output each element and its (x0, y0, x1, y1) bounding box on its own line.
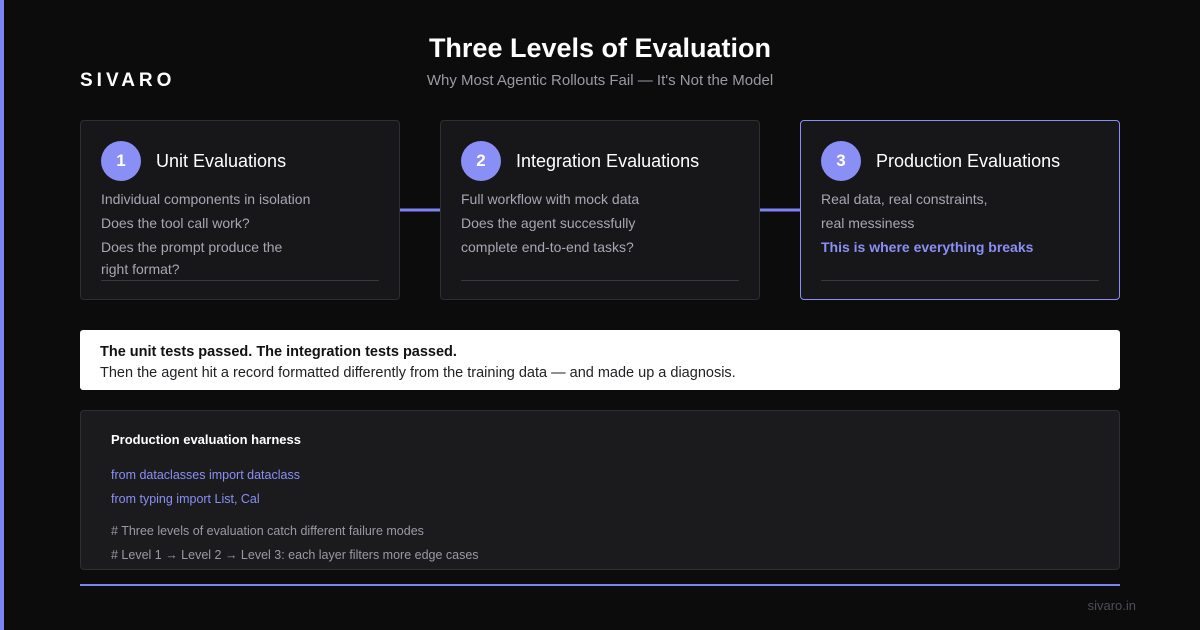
bottom-divider (80, 584, 1120, 586)
page-subtitle: Why Most Agentic Rollouts Fail — It's No… (426, 72, 774, 89)
footer-url: sivaro.in (1087, 598, 1136, 613)
card-header: 2 Integration Evaluations (461, 141, 739, 181)
card-line: Real data, real constraints, (821, 191, 988, 207)
card-title: Integration Evaluations (516, 150, 700, 171)
card-divider (101, 280, 379, 281)
callout-headline: The unit tests passed. The integration t… (100, 344, 457, 360)
code-import-line: from typing import List, Cal (111, 492, 260, 506)
level-card-integration: 2 Integration Evaluations Full workflow … (440, 120, 760, 300)
left-accent-bar (0, 0, 4, 630)
card-title: Unit Evaluations (156, 150, 287, 171)
code-comment-line: # Three levels of evaluation catch diffe… (111, 524, 424, 538)
code-import-line: from dataclasses import dataclass (111, 468, 300, 482)
card-divider (461, 280, 739, 281)
card-line: Individual components in isolation (101, 191, 311, 207)
card-line: complete end-to-end tasks? (461, 239, 634, 255)
code-spacer (111, 511, 1089, 519)
code-comment-line: # Level 1 → Level 2 → Level 3: each laye… (111, 548, 479, 562)
level-card-unit: 1 Unit Evaluations Individual components… (80, 120, 400, 300)
card-header: 1 Unit Evaluations (101, 141, 379, 181)
card-line: Does the tool call work? (101, 215, 250, 231)
step-number-badge: 3 (821, 141, 861, 181)
step-number-badge: 1 (101, 141, 141, 181)
level-card-production: 3 Production Evaluations Real data, real… (800, 120, 1120, 300)
card-line: right format? (101, 261, 180, 277)
card-line: real messiness (821, 215, 915, 231)
card-line: Does the prompt produce the (101, 239, 283, 255)
code-title: Production evaluation harness (111, 432, 301, 447)
card-title: Production Evaluations (876, 150, 1061, 171)
step-number-badge: 2 (461, 141, 501, 181)
card-highlight: This is where everything breaks (821, 239, 1034, 255)
code-snippet: Production evaluation harness from datac… (80, 410, 1120, 570)
callout-text: Then the agent hit a record formatted di… (100, 365, 736, 381)
card-divider (821, 280, 1099, 281)
page-title: Three Levels of Evaluation (428, 33, 772, 63)
card-line: Does the agent successfully (461, 215, 636, 231)
card-header: 3 Production Evaluations (821, 141, 1099, 181)
card-line: Full workflow with mock data (461, 191, 640, 207)
callout-box: The unit tests passed. The integration t… (80, 330, 1120, 390)
